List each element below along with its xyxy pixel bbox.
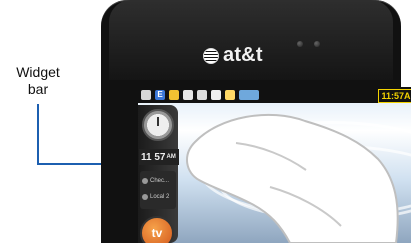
brand-label: at&t: [223, 44, 263, 66]
att-logo-icon: [203, 47, 219, 64]
list-item[interactable]: Chec...: [142, 175, 176, 187]
bullet-icon: [142, 194, 148, 200]
digital-clock-widget[interactable]: 11 57 AM: [139, 149, 179, 165]
widget-bar[interactable]: 11 57 AM Chec... Local 2 tv: [138, 105, 179, 243]
tv-label: tv: [151, 226, 163, 240]
analog-clock-widget[interactable]: [142, 109, 174, 141]
list-item[interactable]: Local 2: [142, 191, 176, 203]
list-item-label: Local 2: [150, 194, 170, 200]
bullet-icon: [142, 178, 148, 184]
clock-icon: [169, 90, 179, 100]
list-item-label: Chec...: [150, 178, 170, 184]
list-widget[interactable]: Chec... Local 2: [140, 171, 176, 209]
analog-clock-hand: [157, 117, 159, 126]
callout-text: Widget bar: [16, 64, 60, 97]
hand-gesture-icon: [186, 113, 399, 243]
digital-clock-time: 11 57: [141, 151, 166, 163]
brand-logo-group: at&t: [203, 44, 263, 67]
e-icon: E: [155, 90, 165, 100]
camera-dot-right: [314, 41, 320, 47]
phone-top-bezel: [109, 0, 393, 80]
callout-line-vertical: [37, 104, 39, 164]
antenna-icon: [141, 90, 151, 100]
camera-dot-left: [297, 41, 303, 47]
tv-app-button[interactable]: tv: [140, 216, 174, 243]
digital-clock-ampm: AM: [166, 154, 176, 160]
callout-label: Widget bar: [8, 64, 68, 98]
